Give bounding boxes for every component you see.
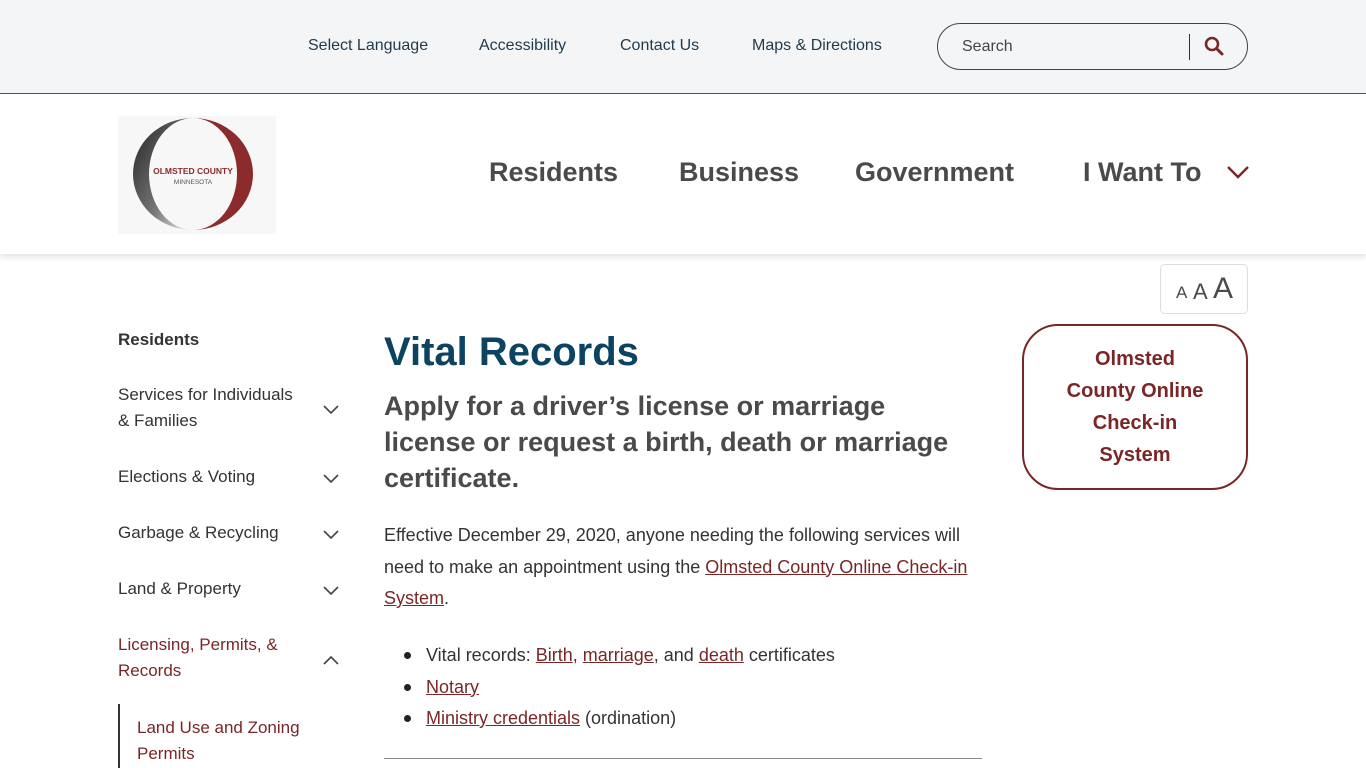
intro-end: . (444, 588, 450, 608)
page-title: Vital Records (384, 330, 639, 374)
contact-us-link[interactable]: Contact Us (620, 37, 699, 55)
list-item: Notary (384, 672, 984, 704)
chevron-up-icon[interactable] (322, 654, 340, 666)
ordination-label: (ordination) (580, 708, 677, 728)
notary-link[interactable]: Notary (426, 677, 479, 697)
site-header: OLMSTED COUNTY MINNESOTA Residents Busin… (0, 94, 1366, 254)
intro-paragraph: Effective December 29, 2020, anyone need… (384, 520, 984, 615)
sidebar-item-licensing[interactable]: Licensing, Permits, & Records (118, 632, 308, 684)
chevron-down-icon[interactable] (322, 529, 340, 541)
search-icon (1204, 36, 1224, 56)
content-divider (384, 758, 982, 759)
sidebar-subitem-land-use[interactable]: Land Use and Zoning Permits (137, 715, 327, 767)
ministry-credentials-link[interactable]: Ministry credentials (426, 708, 580, 728)
nav-government[interactable]: Government (855, 157, 1014, 188)
text-size-control: A A A (1160, 264, 1248, 314)
vital-records-label: Vital records: (426, 645, 536, 665)
list-item: Vital records: Birth, marriage, and deat… (384, 640, 984, 672)
text-size-small[interactable]: A (1176, 283, 1187, 303)
sidebar-item-garbage[interactable]: Garbage & Recycling (118, 520, 308, 546)
logo-subtext: MINNESOTA (174, 179, 213, 186)
online-check-in-label: Olmsted County Online Check-in System (1066, 348, 1204, 466)
chevron-down-icon[interactable] (322, 473, 340, 485)
marriage-link[interactable]: marriage (583, 645, 654, 665)
maps-directions-link[interactable]: Maps & Directions (752, 37, 882, 55)
submenu-indicator (118, 704, 120, 768)
sidebar-item-elections[interactable]: Elections & Voting (118, 464, 308, 490)
chevron-down-icon[interactable] (1226, 164, 1250, 180)
separator: , (572, 645, 583, 665)
nav-residents[interactable]: Residents (489, 157, 618, 188)
select-language-link[interactable]: Select Language (308, 37, 428, 55)
search-divider (1189, 34, 1190, 60)
separator: , and (653, 645, 699, 665)
online-check-in-button[interactable]: Olmsted County Online Check-in System (1022, 324, 1248, 490)
death-link[interactable]: death (699, 645, 744, 665)
county-logo[interactable]: OLMSTED COUNTY MINNESOTA (118, 116, 276, 234)
logo-ring-icon: OLMSTED COUNTY MINNESOTA (133, 118, 253, 230)
search-box (937, 23, 1248, 70)
accessibility-link[interactable]: Accessibility (479, 37, 566, 55)
chevron-down-icon[interactable] (322, 585, 340, 597)
services-list: Vital records: Birth, marriage, and deat… (384, 640, 984, 735)
nav-i-want-to[interactable]: I Want To (1083, 157, 1201, 188)
sidebar-item-services[interactable]: Services for Individuals & Families (118, 382, 308, 434)
search-button[interactable] (1202, 35, 1226, 59)
utility-bar: Select Language Accessibility Contact Us… (0, 0, 1366, 94)
sidebar-heading[interactable]: Residents (118, 330, 199, 350)
list-item: Ministry credentials (ordination) (384, 703, 984, 735)
nav-business[interactable]: Business (679, 157, 799, 188)
logo-text: OLMSTED COUNTY (153, 166, 233, 176)
text-size-large[interactable]: A (1213, 272, 1233, 306)
certificates-label: certificates (743, 645, 835, 665)
chevron-down-icon[interactable] (322, 404, 340, 416)
sidebar-item-land[interactable]: Land & Property (118, 576, 308, 602)
search-input[interactable] (962, 36, 1182, 58)
page-subtitle: Apply for a driver’s license or marriage… (384, 391, 949, 493)
text-size-medium[interactable]: A (1193, 279, 1208, 305)
birth-link[interactable]: Birth (536, 645, 573, 665)
